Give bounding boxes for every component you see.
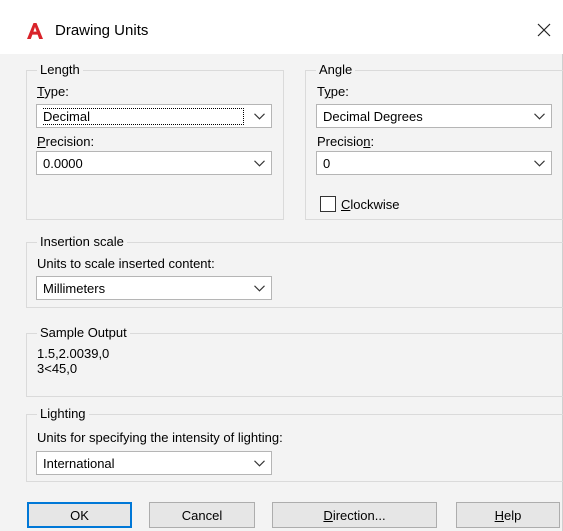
lighting-legend: Lighting (37, 406, 89, 422)
close-icon (537, 23, 551, 37)
insertion-scale-legend: Insertion scale (37, 234, 127, 250)
length-type-select[interactable]: Decimal (36, 104, 272, 128)
length-type-value: Decimal (43, 107, 244, 125)
length-precision-select[interactable]: 0.0000 (36, 151, 272, 175)
chevron-down-icon (247, 277, 271, 299)
direction-button[interactable]: Direction... (272, 502, 437, 528)
ok-button[interactable]: OK (27, 502, 132, 528)
sample-output-line-1: 1.5,2.0039,0 (37, 346, 110, 361)
chevron-down-icon (247, 105, 271, 127)
sample-output-legend: Sample Output (37, 325, 130, 341)
angle-precision-select[interactable]: 0 (316, 151, 552, 175)
cancel-button[interactable]: Cancel (149, 502, 255, 528)
help-button[interactable]: Help (456, 502, 560, 528)
length-type-label: Type: (37, 84, 69, 99)
chevron-down-icon (247, 452, 271, 474)
angle-legend: Angle (316, 62, 356, 78)
drawing-units-dialog: Drawing Units Length Type: Decimal Preci… (0, 0, 563, 531)
angle-type-label: Type: (317, 84, 349, 99)
autocad-a-icon (27, 23, 43, 39)
title-bar: Drawing Units (0, 0, 563, 54)
sample-output-line-2: 3<45,0 (37, 361, 78, 376)
lighting-select[interactable]: International (36, 451, 272, 475)
lighting-value: International (43, 455, 115, 471)
insertion-scale-value: Millimeters (43, 280, 106, 296)
insertion-scale-label: Units to scale inserted content: (37, 256, 215, 271)
length-legend: Length (37, 62, 83, 78)
window-title: Drawing Units (55, 22, 149, 39)
clockwise-checkbox-row[interactable]: Clockwise (320, 196, 400, 212)
chevron-down-icon (527, 105, 551, 127)
length-precision-label: Precision: (37, 134, 95, 149)
angle-precision-label: Precision: (317, 134, 375, 149)
chevron-down-icon (527, 152, 551, 174)
angle-type-select[interactable]: Decimal Degrees (316, 104, 552, 128)
clockwise-label: Clockwise (341, 196, 400, 212)
angle-type-value: Decimal Degrees (323, 108, 423, 124)
length-precision-value: 0.0000 (43, 155, 83, 171)
close-button[interactable] (529, 14, 559, 46)
insertion-scale-select[interactable]: Millimeters (36, 276, 272, 300)
clockwise-checkbox[interactable] (320, 196, 336, 212)
sample-output-group: Sample Output (26, 325, 563, 397)
lighting-label: Units for specifying the intensity of li… (37, 430, 283, 445)
angle-precision-value: 0 (323, 155, 331, 171)
chevron-down-icon (247, 152, 271, 174)
